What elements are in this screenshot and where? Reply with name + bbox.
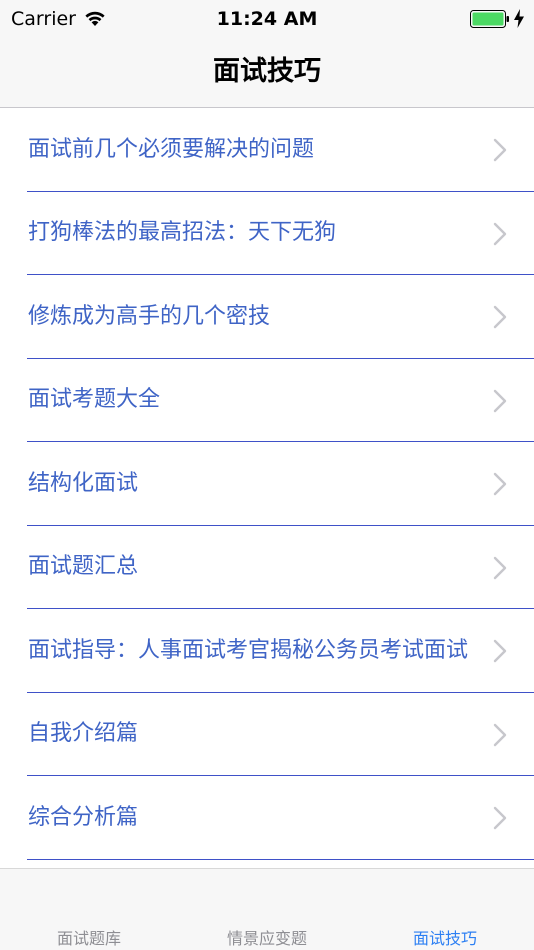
page-title: 面试技巧: [213, 56, 321, 87]
tips-list[interactable]: 面试前几个必须要解决的问题 打狗棒法的最高招法：天下无狗 修炼成为高手的几个密技…: [0, 108, 534, 868]
tab-situational-questions[interactable]: 情景应变题: [178, 869, 356, 950]
tab-bar: 面试题库 情景应变题 面试技巧: [0, 868, 534, 950]
list-item-label: 面试前几个必须要解决的问题: [28, 136, 315, 162]
chevron-right-icon: [493, 138, 507, 162]
list-item-label: 结构化面试: [28, 470, 139, 496]
list-item-label: 修炼成为高手的几个密技: [28, 303, 271, 329]
tab-question-bank[interactable]: 面试题库: [0, 869, 178, 950]
list-item-label: 面试指导：人事面试考官揭秘公务员考试面试: [28, 637, 469, 663]
chevron-right-icon: [493, 556, 507, 579]
chevron-right-icon: [493, 389, 507, 412]
charging-icon: [514, 9, 524, 28]
tab-label: 面试题库: [56, 929, 121, 948]
list-item-label: 面试考题大全: [28, 387, 161, 413]
list-item-label: 面试题汇总: [28, 554, 139, 580]
chevron-right-icon: [493, 806, 507, 830]
list-item[interactable]: 修炼成为高手的几个密技: [0, 275, 534, 359]
list-item-label: 打狗棒法的最高招法：天下无狗: [28, 220, 337, 246]
navigation-bar: 面试技巧: [0, 40, 534, 108]
clock: 11:24 AM: [216, 8, 318, 30]
tab-interview-tips[interactable]: 面试技巧: [356, 869, 534, 950]
list-item[interactable]: 面试指导：人事面试考官揭秘公务员考试面试: [0, 609, 534, 693]
battery-icon: [470, 10, 509, 28]
list-item[interactable]: 综合分析篇: [0, 776, 534, 860]
list-item[interactable]: 打狗棒法的最高招法：天下无狗: [0, 192, 534, 276]
list-item-label: 综合分析篇: [28, 804, 139, 830]
tab-label: 情景应变题: [226, 929, 307, 948]
list-item[interactable]: 面试题汇总: [0, 526, 534, 610]
list-item-label: 自我介绍篇: [28, 721, 139, 747]
chevron-right-icon: [493, 472, 507, 496]
chevron-right-icon: [493, 639, 507, 663]
tab-label: 面试技巧: [412, 929, 477, 948]
list-item[interactable]: 面试前几个必须要解决的问题: [0, 108, 534, 192]
chevron-right-icon: [493, 305, 507, 329]
list-item[interactable]: 面试考题大全: [0, 359, 534, 443]
chevron-right-icon: [493, 723, 507, 746]
list-item[interactable]: 自我介绍篇: [0, 693, 534, 777]
list-item[interactable]: 结构化面试: [0, 442, 534, 526]
status-bar: Carrier 11:24 AM: [0, 0, 534, 40]
chevron-right-icon: [493, 222, 507, 245]
